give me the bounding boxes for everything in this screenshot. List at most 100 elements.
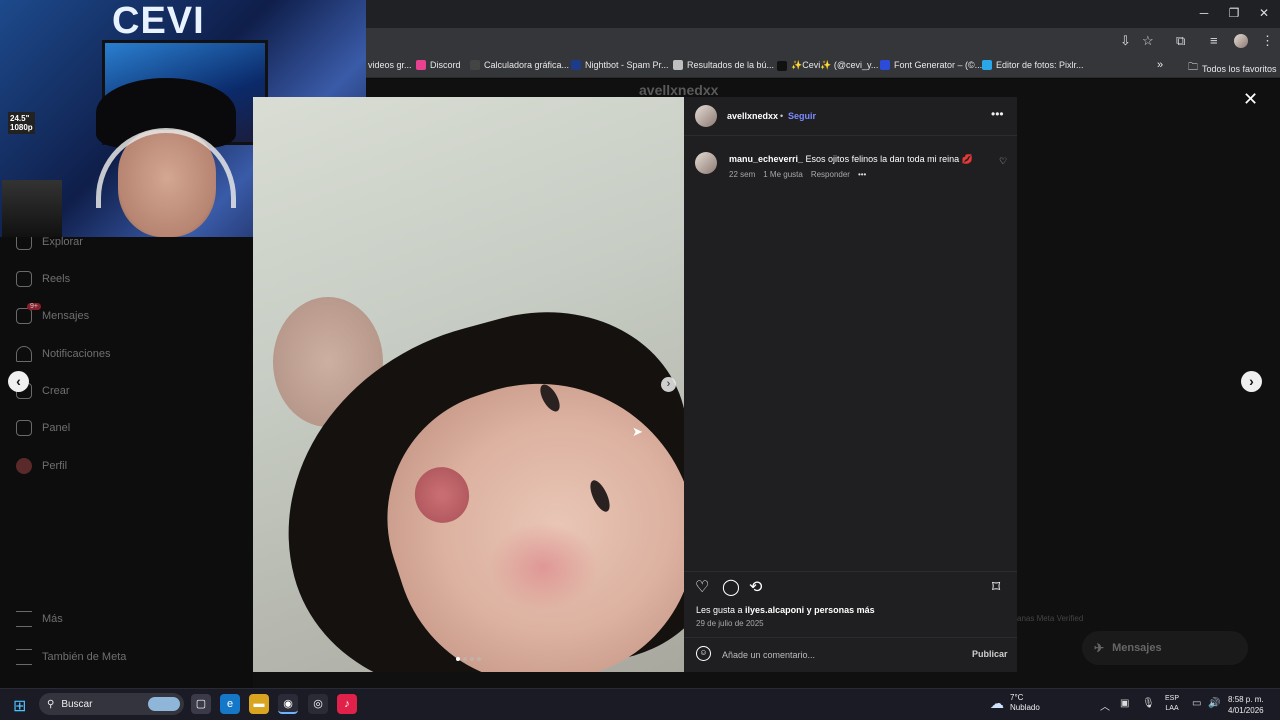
sidebar-item-more[interactable]: Más: [16, 611, 63, 627]
tiktok-icon[interactable]: ♪: [337, 694, 357, 714]
weather-desc: Nublado: [1010, 703, 1040, 712]
tray-app-icon[interactable]: ▣: [1120, 698, 1129, 709]
bookmark-label: Resultados de la bú...: [687, 60, 775, 70]
profile-icon: [16, 458, 32, 474]
comment-like-heart-icon[interactable]: ♡: [999, 156, 1007, 167]
likes-user[interactable]: ilyes.alcaponi: [745, 605, 804, 615]
comment-likes[interactable]: 1 Me gusta: [763, 170, 803, 179]
comment-time[interactable]: 22 sem: [729, 170, 755, 179]
like-heart-icon[interactable]: ♡: [695, 577, 709, 597]
likes-prefix: Les gusta a: [696, 605, 746, 615]
author-avatar[interactable]: [695, 105, 717, 127]
author-username[interactable]: avellxnedxx: [727, 111, 778, 121]
share-repost-icon[interactable]: ⟲: [749, 577, 762, 597]
bookmark-favicon-icon: [470, 60, 480, 70]
all-favorites-label: Todos los favoritos: [1202, 63, 1277, 74]
bookmark-item[interactable]: videos gr...: [368, 60, 412, 70]
chrome-icon[interactable]: ◉: [278, 694, 298, 714]
notification-badge: 9+: [27, 303, 41, 310]
bookmark-item[interactable]: Discord: [416, 60, 461, 70]
publish-button[interactable]: Publicar: [972, 649, 1008, 659]
sidebar-item-notificaciones[interactable]: Notificaciones: [16, 346, 110, 362]
taskbar-clock[interactable]: 8:58 p. m. 4/01/2026: [1228, 694, 1264, 716]
messages-pill[interactable]: ✈ Mensajes: [1082, 631, 1248, 665]
obs-icon[interactable]: ◎: [308, 694, 328, 714]
language-indicator[interactable]: ESP LAA: [1165, 694, 1179, 714]
clock-date: 4/01/2026: [1228, 706, 1264, 715]
profile-avatar[interactable]: [1234, 34, 1248, 48]
sidebar-item-perfil[interactable]: Perfil: [16, 458, 67, 474]
comment-options-button[interactable]: •••: [858, 170, 866, 179]
carousel-next-button[interactable]: ›: [661, 377, 676, 392]
bookmark-label: Nightbot - Spam Pr...: [585, 60, 669, 70]
close-window-button[interactable]: ✕: [1256, 6, 1272, 20]
bookmark-favicon-icon: [880, 60, 890, 70]
lang-top: ESP: [1165, 695, 1180, 702]
heart-icon: [16, 346, 32, 362]
commenter-avatar[interactable]: [695, 152, 717, 174]
task-view-icon[interactable]: ▢: [191, 694, 211, 714]
follow-button[interactable]: Seguir: [788, 111, 816, 121]
sidebar-item-reels[interactable]: Reels: [16, 271, 70, 287]
bookmark-star-icon[interactable]: ☆: [1142, 33, 1154, 49]
post-options-button[interactable]: •••: [991, 107, 1004, 121]
pc-case: [2, 180, 62, 237]
microphone-icon[interactable]: 🎙: [1142, 698, 1155, 709]
likes-summary[interactable]: Les gusta a ilyes.alcaponi y personas má…: [696, 605, 875, 615]
bookmark-item[interactable]: Resultados de la bú...: [673, 60, 774, 70]
sidebar-item-mensajes[interactable]: 9+ Mensajes: [16, 303, 90, 324]
folder-icon: 🗀: [1188, 62, 1198, 73]
weather-text: 7°C Nublado: [1010, 693, 1040, 713]
sidebar-item-panel[interactable]: Panel: [16, 420, 70, 436]
sidebar-item-label: Más: [42, 613, 63, 625]
taskbar-search[interactable]: ⚲ Buscar: [39, 693, 184, 715]
maximize-button[interactable]: ❐: [1226, 6, 1242, 20]
carousel-dot: [470, 657, 474, 661]
sidebar-item-label: Mensajes: [42, 310, 90, 322]
streamer-logo: CEVI: [112, 0, 205, 42]
sidebar-item-meta[interactable]: También de Meta: [16, 649, 126, 665]
previous-post-button[interactable]: ‹: [8, 371, 29, 392]
browser-menu-icon[interactable]: ⋮: [1261, 33, 1274, 49]
all-favorites-folder[interactable]: 🗀 Todos los favoritos: [1188, 60, 1277, 77]
search-highlight-icon: [148, 697, 180, 711]
comment-reply-button[interactable]: Responder: [811, 170, 850, 179]
weather-temp: 7°C: [1010, 693, 1024, 702]
bookmark-favicon-icon: [416, 60, 426, 70]
volume-icon[interactable]: 🔊: [1208, 698, 1220, 709]
bookmarks-overflow-button[interactable]: »: [1157, 59, 1163, 71]
bookmark-favicon-icon: [777, 60, 787, 71]
save-bookmark-icon[interactable]: ⌑: [992, 577, 1000, 597]
comment-username[interactable]: manu_echeverri_: [729, 154, 803, 164]
bookmark-label: videos gr...: [368, 60, 412, 70]
sidebar-item-label: Crear: [42, 385, 70, 397]
bookmark-item[interactable]: Editor de fotos: Pixlr...: [982, 60, 1084, 70]
comment-bubble-icon[interactable]: ◯: [722, 577, 740, 597]
bookmark-item[interactable]: Nightbot - Spam Pr...: [571, 60, 669, 70]
edge-browser-icon[interactable]: e: [220, 694, 240, 714]
install-app-icon[interactable]: ⇩: [1120, 33, 1131, 49]
messages-pill-label: Mensajes: [1112, 642, 1162, 654]
file-explorer-icon[interactable]: ▬: [249, 694, 269, 714]
windows-start-icon[interactable]: ⊞: [13, 696, 26, 716]
extensions-icon[interactable]: ⧉: [1176, 33, 1185, 49]
emoji-icon[interactable]: ☺: [696, 646, 711, 661]
network-icon[interactable]: ▭: [1192, 698, 1201, 709]
bookmark-label: Font Generator – (©...: [894, 60, 983, 70]
comment-input[interactable]: [722, 649, 962, 661]
background-profile-username: avellxnedxx: [639, 82, 719, 98]
tray-overflow-icon[interactable]: ︿: [1100, 698, 1110, 713]
minimize-button[interactable]: ─: [1196, 6, 1212, 20]
post-photo[interactable]: [253, 97, 684, 672]
sidebar-item-label: Panel: [42, 422, 71, 434]
media-control-icon[interactable]: ≡: [1210, 33, 1218, 48]
bookmark-label: Discord: [430, 60, 461, 70]
carousel-dot: [477, 657, 481, 661]
weather-widget[interactable]: ☁ 7°C Nublado: [990, 693, 1040, 713]
bookmark-item[interactable]: Calculadora gráfica...: [470, 60, 569, 70]
bookmark-item[interactable]: ✨Cevi✨ (@cevi_y...: [777, 60, 878, 71]
next-post-button[interactable]: ›: [1241, 371, 1262, 392]
sidebar-item-label: Perfil: [42, 460, 68, 472]
bookmark-item[interactable]: Font Generator – (©...: [880, 60, 982, 70]
close-modal-button[interactable]: ✕: [1243, 89, 1258, 110]
